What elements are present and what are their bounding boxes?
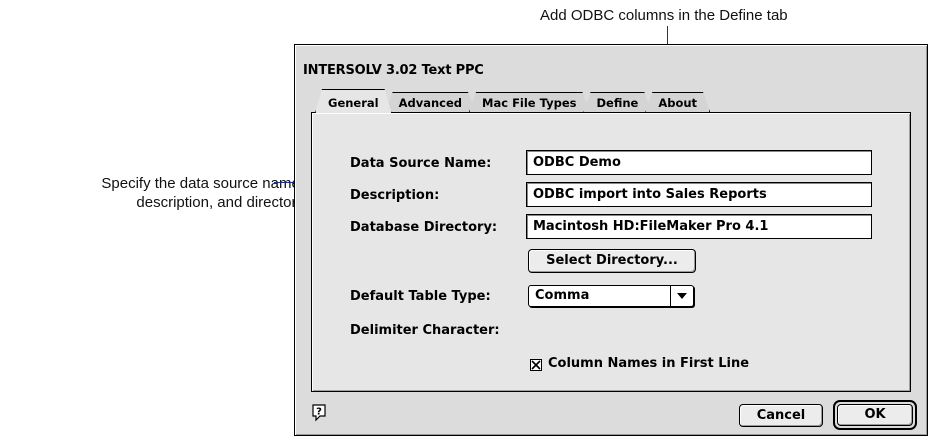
tab-advanced[interactable]: Advanced [386, 92, 475, 112]
tab-advanced-label: Advanced [398, 96, 463, 110]
help-balloon-icon[interactable]: ? [311, 404, 327, 422]
tab-about[interactable]: About [645, 92, 710, 112]
callout-left-line-1: Specify the data source name, [101, 175, 304, 192]
default-table-type-value: Comma [535, 288, 590, 303]
tab-about-label: About [658, 96, 698, 110]
description-input[interactable]: ODBC import into Sales Reports [526, 182, 872, 207]
odbc-setup-dialog: INTERSOLV 3.02 Text PPC General Advanced… [294, 44, 928, 436]
tab-define[interactable]: Define [583, 92, 651, 112]
description-label: Description: [350, 188, 440, 203]
chevron-down-icon [677, 293, 687, 299]
window-title: INTERSOLV 3.02 Text PPC [303, 63, 484, 78]
delimiter-character-label: Delimiter Character: [350, 323, 500, 338]
select-directory-button[interactable]: Select Directory... [528, 249, 696, 273]
cancel-button[interactable]: Cancel [739, 404, 823, 427]
data-source-name-label: Data Source Name: [350, 156, 492, 171]
callout-data-source: Specify the data source name, descriptio… [4, 174, 304, 212]
data-source-name-input[interactable]: ODBC Demo [526, 150, 872, 175]
popup-arrow-box [670, 286, 693, 306]
callout-left-line-2: description, and directory [136, 194, 304, 211]
tab-define-label: Define [596, 96, 639, 110]
general-tab-panel: Data Source Name: ODBC Demo Description:… [311, 112, 911, 392]
database-directory-input[interactable]: Macintosh HD:FileMaker Pro 4.1 [526, 214, 872, 239]
database-directory-label: Database Directory: [350, 220, 498, 235]
default-table-type-select[interactable]: Comma [528, 285, 694, 307]
ok-button[interactable]: OK [837, 404, 913, 426]
default-table-type-label: Default Table Type: [350, 289, 491, 304]
tab-general-label: General [328, 96, 379, 110]
tab-mac-file-types[interactable]: Mac File Types [469, 92, 589, 112]
tab-general[interactable]: General [315, 89, 392, 113]
tab-bar: General Advanced Mac File Types Define A… [315, 89, 704, 113]
column-names-checkbox-label: Column Names in First Line [548, 356, 750, 371]
checkbox-x-icon [531, 360, 541, 370]
tab-mac-file-types-label: Mac File Types [482, 96, 577, 110]
ok-button-default-ring: OK [833, 400, 917, 430]
callout-define-tab: Add ODBC columns in the Define tab [540, 7, 788, 24]
svg-text:?: ? [316, 407, 322, 418]
column-names-checkbox[interactable] [530, 359, 542, 371]
